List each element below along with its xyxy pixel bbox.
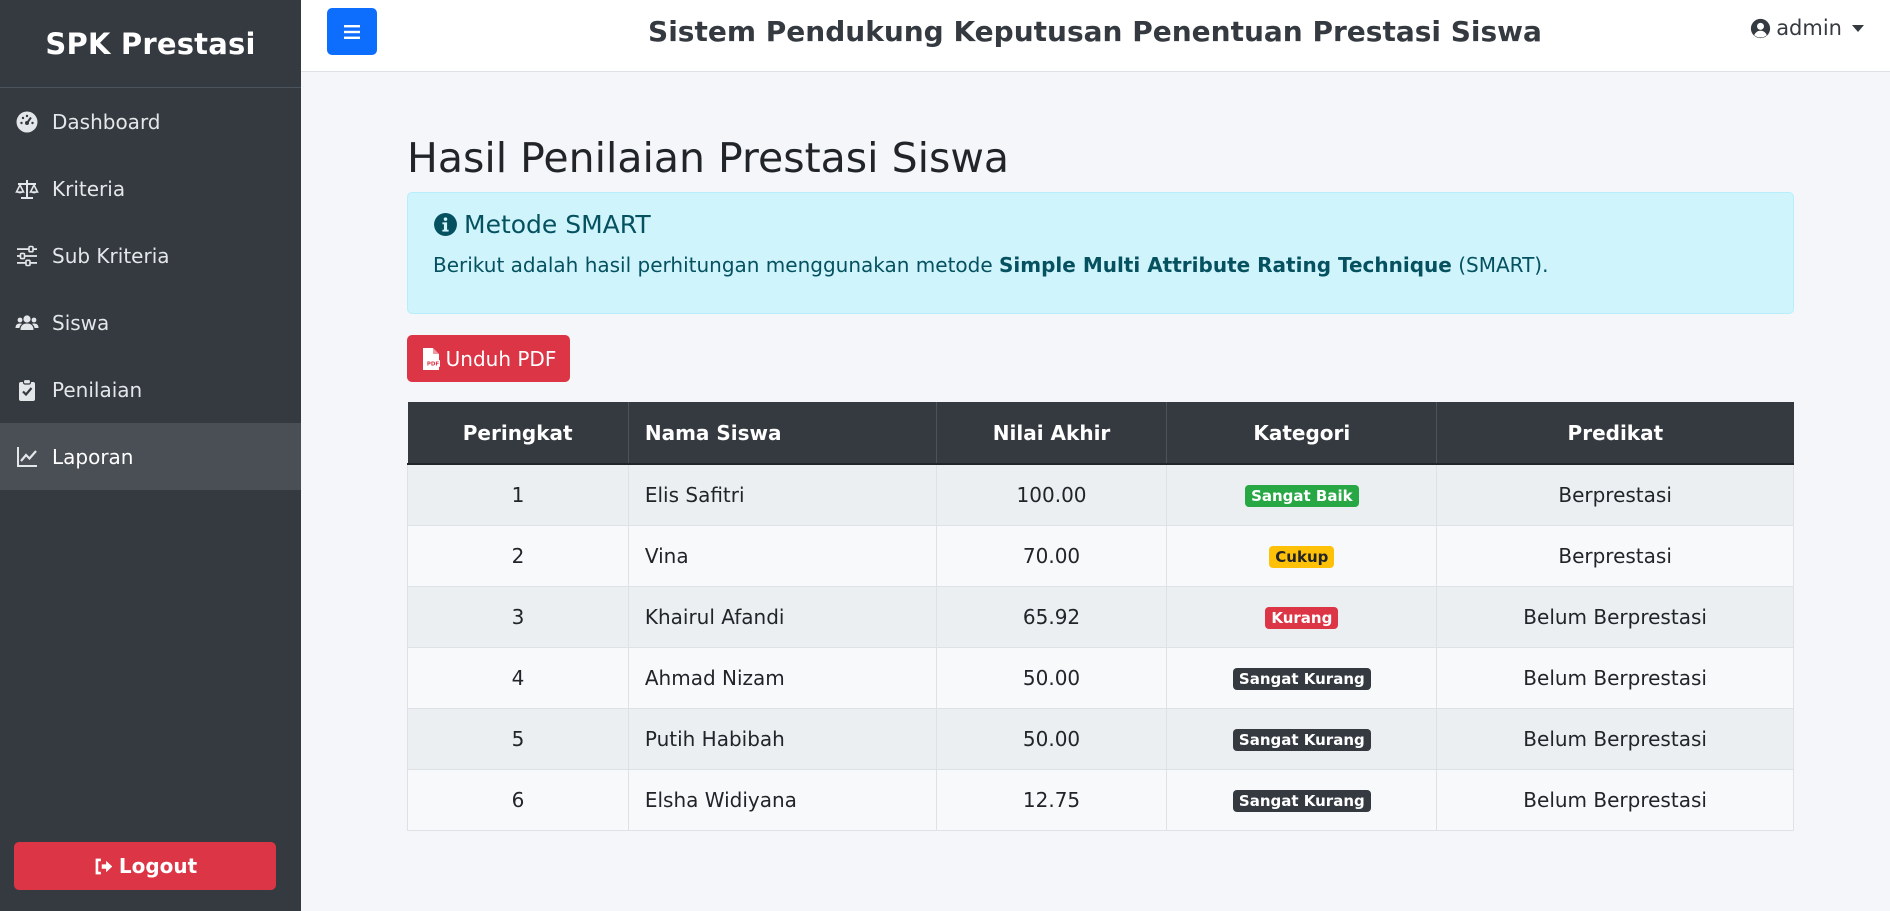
header-kategori[interactable]: Kategori: [1166, 402, 1438, 465]
user-name: admin: [1776, 16, 1842, 40]
brand: SPK Prestasi: [0, 0, 301, 88]
user-circle-icon: [1751, 18, 1771, 38]
rank-cell: 5: [407, 707, 629, 770]
header-peringkat[interactable]: Peringkat: [407, 402, 629, 465]
alert-text-after: (SMART).: [1451, 253, 1549, 277]
brand-title: SPK Prestasi: [45, 26, 256, 61]
score-cell: 50.00: [935, 707, 1168, 770]
sidebar-item-laporan[interactable]: Laporan: [0, 423, 301, 490]
logout-label: Logout: [118, 854, 198, 878]
category-cell: Cukup: [1166, 524, 1438, 587]
category-cell: Sangat Kurang: [1166, 768, 1438, 831]
score-cell: 70.00: [935, 524, 1168, 587]
alert-text-method: Simple Multi Attribute Rating Technique: [999, 253, 1452, 277]
score-cell: 50.00: [935, 646, 1168, 709]
sidebar-item-penilaian[interactable]: Penilaian: [0, 356, 301, 423]
sidebar-item-label: Sub Kriteria: [52, 243, 170, 268]
sidebar-item-kriteria[interactable]: Kriteria: [0, 155, 301, 222]
sidebar-item-label: Dashboard: [52, 109, 161, 134]
rank-cell: 3: [407, 585, 629, 648]
sidebar-item-label: Penilaian: [52, 377, 143, 402]
predicate-cell: Berprestasi: [1436, 524, 1794, 587]
svg-text:PDF: PDF: [426, 361, 439, 367]
header-predikat[interactable]: Predikat: [1436, 402, 1794, 465]
predicate-cell: Belum Berprestasi: [1436, 585, 1794, 648]
predicate-cell: Belum Berprestasi: [1436, 768, 1794, 831]
score-cell: 100.00: [935, 463, 1168, 526]
rank-cell: 4: [407, 646, 629, 709]
logout-button[interactable]: Logout: [14, 842, 276, 890]
rank-cell: 6: [407, 768, 629, 831]
predicate-cell: Berprestasi: [1436, 463, 1794, 526]
sliders-icon: [14, 243, 40, 269]
rank-cell: 2: [407, 524, 629, 587]
name-cell: Elsha Widiyana: [627, 768, 937, 831]
rank-cell: 1: [407, 463, 629, 526]
sidebar-item-label: Laporan: [52, 444, 134, 469]
name-cell: Khairul Afandi: [627, 585, 937, 648]
sign-out-icon: [95, 858, 113, 874]
sidebar-item-label: Siswa: [52, 310, 110, 335]
chart-line-icon: [14, 444, 40, 470]
table-row: 4 Ahmad Nizam 50.00 Sangat Kurang Belum …: [407, 646, 1794, 709]
page-title: Hasil Penilaian Prestasi Siswa: [407, 134, 1010, 182]
score-cell: 65.92: [935, 585, 1168, 648]
category-cell: Sangat Baik: [1166, 463, 1438, 526]
user-menu-dropdown[interactable]: admin: [1750, 16, 1864, 40]
alert-heading: Metode SMART: [433, 207, 1768, 241]
alert-text: Berikut adalah hasil perhitungan menggun…: [433, 253, 1768, 277]
category-cell: Sangat Kurang: [1166, 707, 1438, 770]
sidebar-item-dashboard[interactable]: Dashboard: [0, 88, 301, 155]
alert-heading-text: Metode SMART: [464, 209, 651, 239]
table-row: 3 Khairul Afandi 65.92 Kurang Belum Berp…: [407, 585, 1794, 648]
table-row: 1 Elis Safitri 100.00 Sangat Baik Berpre…: [407, 463, 1794, 526]
sidebar-nav: Dashboard Kriteria Sub Kriteria Siswa Pe…: [0, 88, 301, 490]
balance-scale-icon: [14, 176, 40, 202]
name-cell: Vina: [627, 524, 937, 587]
table-row: 2 Vina 70.00 Cukup Berprestasi: [407, 524, 1794, 587]
predicate-cell: Belum Berprestasi: [1436, 646, 1794, 709]
category-badge: Sangat Kurang: [1232, 668, 1371, 690]
sidebar-item-sub-kriteria[interactable]: Sub Kriteria: [0, 222, 301, 289]
info-alert: Metode SMART Berikut adalah hasil perhit…: [407, 192, 1794, 314]
sidebar-item-label: Kriteria: [52, 176, 126, 201]
name-cell: Putih Habibah: [627, 707, 937, 770]
main-content: Hasil Penilaian Prestasi Siswa Metode SM…: [407, 120, 1794, 831]
hamburger-icon: [344, 24, 360, 39]
chevron-down-icon: [1852, 24, 1864, 32]
topbar: Sistem Pendukung Keputusan Penentuan Pre…: [301, 0, 1890, 72]
clipboard-check-icon: [14, 377, 40, 403]
sidebar-item-siswa[interactable]: Siswa: [0, 289, 301, 356]
category-cell: Kurang: [1166, 585, 1438, 648]
app-title: Sistem Pendukung Keputusan Penentuan Pre…: [648, 14, 1542, 48]
category-badge: Kurang: [1265, 607, 1339, 629]
table-row: 5 Putih Habibah 50.00 Sangat Kurang Belu…: [407, 707, 1794, 770]
category-badge: Sangat Kurang: [1232, 729, 1371, 751]
users-icon: [14, 310, 40, 336]
results-table: Peringkat Nama Siswa Nilai Akhir Kategor…: [407, 402, 1794, 831]
sidebar: SPK Prestasi Dashboard Kriteria Sub Krit…: [0, 0, 301, 911]
name-cell: Elis Safitri: [627, 463, 937, 526]
score-cell: 12.75: [935, 768, 1168, 831]
sidebar-toggle-button[interactable]: [327, 8, 377, 55]
download-pdf-button[interactable]: PDF Unduh PDF: [407, 335, 570, 382]
alert-text-before: Berikut adalah hasil perhitungan menggun…: [433, 253, 1000, 277]
download-pdf-label: Unduh PDF: [445, 346, 557, 371]
info-circle-icon: [434, 212, 457, 236]
dashboard-icon: [14, 109, 40, 135]
header-nilai-akhir[interactable]: Nilai Akhir: [936, 402, 1168, 465]
category-badge: Sangat Kurang: [1232, 790, 1371, 812]
table-header: Peringkat Nama Siswa Nilai Akhir Kategor…: [407, 402, 1794, 465]
category-badge: Cukup: [1269, 546, 1335, 568]
table-row: 6 Elsha Widiyana 12.75 Sangat Kurang Bel…: [407, 768, 1794, 831]
category-badge: Sangat Baik: [1245, 485, 1359, 508]
file-pdf-icon: PDF: [422, 347, 440, 370]
header-nama-siswa[interactable]: Nama Siswa: [628, 402, 937, 465]
table-body: 1 Elis Safitri 100.00 Sangat Baik Berpre…: [407, 463, 1794, 831]
predicate-cell: Belum Berprestasi: [1436, 707, 1794, 770]
name-cell: Ahmad Nizam: [627, 646, 937, 709]
category-cell: Sangat Kurang: [1166, 646, 1438, 709]
